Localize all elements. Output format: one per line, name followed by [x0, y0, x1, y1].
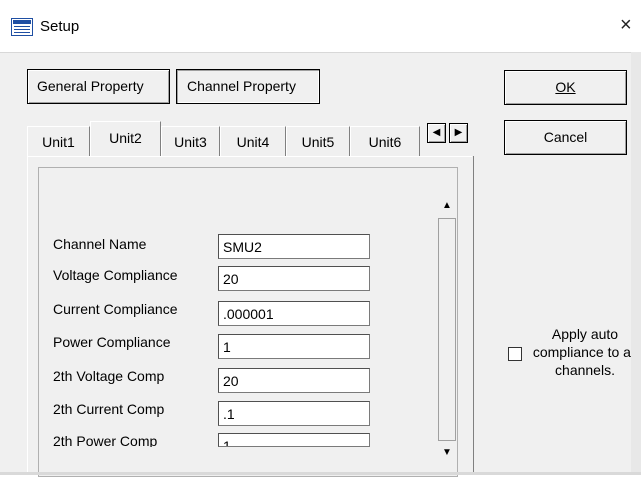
voltage-compliance-field[interactable]: 20 — [218, 266, 370, 291]
window-right-edge — [631, 52, 641, 475]
title-bar: Setup × — [0, 0, 641, 52]
scrollbar-thumb[interactable] — [438, 218, 456, 441]
2th-power-comp-field[interactable]: 1 — [218, 433, 370, 447]
2th-voltage-comp-label: 2th Voltage Comp — [53, 368, 165, 384]
current-compliance-label: Current Compliance — [53, 301, 178, 317]
voltage-compliance-label: Voltage Compliance — [53, 267, 178, 283]
channel-name-field[interactable]: SMU2 — [218, 234, 370, 259]
general-property-button[interactable]: General Property — [27, 69, 170, 104]
channel-property-button[interactable]: Channel Property — [176, 69, 320, 104]
channel-name-label: Channel Name — [53, 236, 147, 252]
tab-scroll-right-icon[interactable]: ▶ — [449, 123, 468, 143]
cancel-button-label: Cancel — [543, 129, 588, 145]
2th-voltage-comp-field[interactable]: 20 — [218, 368, 370, 393]
current-compliance-field[interactable]: .000001 — [218, 301, 370, 326]
2th-current-comp-field[interactable]: .1 — [218, 401, 370, 426]
tab-unit5[interactable]: Unit5 — [286, 126, 350, 156]
app-icon — [11, 18, 33, 36]
cancel-button[interactable]: Cancel — [504, 120, 627, 155]
ok-button-label: OK — [555, 79, 576, 95]
ok-button[interactable]: OK — [504, 70, 627, 105]
window-title: Setup — [40, 18, 80, 35]
close-icon[interactable]: × — [620, 14, 632, 37]
scroll-up-icon[interactable]: ▲ — [437, 196, 457, 216]
power-compliance-label: Power Compliance — [53, 334, 171, 350]
tab-scroll-left-icon[interactable]: ◀ — [427, 123, 446, 143]
tab-unit2[interactable]: Unit2 — [90, 121, 161, 156]
tab-unit1[interactable]: Unit1 — [27, 126, 90, 156]
auto-compliance-label: Apply auto compliance to all channels. — [532, 326, 638, 378]
tab-unit6[interactable]: Unit6 — [350, 126, 420, 156]
power-compliance-field[interactable]: 1 — [218, 334, 370, 359]
tab-unit3[interactable]: Unit3 — [161, 126, 220, 156]
auto-compliance-checkbox[interactable] — [508, 347, 522, 361]
2th-current-comp-label: 2th Current Comp — [53, 401, 165, 417]
scroll-clip — [39, 447, 437, 464]
tab-unit4[interactable]: Unit4 — [220, 126, 286, 156]
scroll-down-icon[interactable]: ▼ — [437, 443, 457, 463]
